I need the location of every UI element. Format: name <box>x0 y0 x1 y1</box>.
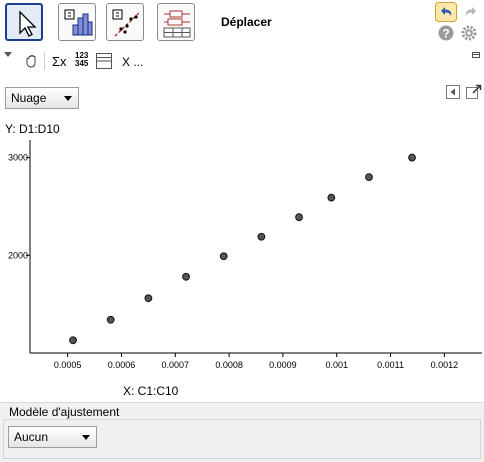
y-tick-label: 2000 <box>8 250 28 260</box>
data-point <box>219 252 228 261</box>
histogram-icon <box>64 9 93 36</box>
boxplot-tool-button[interactable] <box>157 3 195 41</box>
data-point <box>257 232 266 241</box>
x-tick-label: 0.0008 <box>215 360 243 370</box>
options-toggle-icon[interactable] <box>446 85 460 99</box>
source-variables-button[interactable]: X ... <box>122 55 143 69</box>
toolbar-separator <box>44 52 45 70</box>
mode-caption: Déplacer <box>221 15 272 29</box>
boxplot-icon <box>163 10 191 38</box>
undo-icon[interactable] <box>435 2 457 22</box>
regression-model-value: Aucun <box>14 430 49 444</box>
data-point <box>106 315 115 324</box>
statistics-button[interactable]: Σx <box>52 54 67 69</box>
regression-panel: Modèle d'ajustement Aucun <box>0 402 484 462</box>
x-tick-label: 0.0007 <box>162 360 190 370</box>
x-tick-label: 0.0009 <box>269 360 297 370</box>
plot-type-value: Nuage <box>11 91 47 105</box>
digits-bottom: 345 <box>75 59 89 68</box>
data-point <box>365 173 373 182</box>
histogram-tool-button[interactable] <box>58 3 96 41</box>
data-table-button[interactable]: 123 345 <box>75 52 88 68</box>
x-tick-label: 0.0005 <box>54 360 82 370</box>
data-point <box>69 336 77 345</box>
y-tick-label: 3000 <box>8 153 28 163</box>
y-axis-title: Y: D1:D10 <box>5 122 60 136</box>
hand-icon[interactable] <box>24 54 40 68</box>
x-tick-label: 0.0011 <box>377 360 404 370</box>
data-point <box>144 294 153 303</box>
export-icon[interactable] <box>466 84 482 100</box>
help-icon[interactable]: ? <box>438 25 454 41</box>
x-tick-label: 0.0012 <box>431 360 459 370</box>
data-point <box>327 193 336 202</box>
style-bar: Σx 123 345 X ... <box>0 48 484 74</box>
collapse-triangle-icon[interactable] <box>4 51 12 59</box>
data-point <box>182 272 190 281</box>
redo-icon[interactable] <box>460 2 482 22</box>
regression-title: Modèle d'ajustement <box>9 405 120 419</box>
scatter-tool-button[interactable] <box>106 3 144 41</box>
pointer-icon <box>19 10 37 37</box>
scatter-plot[interactable]: 0.0005 0.0006 0.0007 0.0008 0.0009 0.001 0.001… <box>0 138 484 404</box>
data-point <box>295 213 303 222</box>
chevron-down-icon <box>64 96 72 101</box>
scatter-fit-icon <box>112 9 141 37</box>
x-tick-label: 0.0006 <box>108 360 136 370</box>
plot-type-select[interactable]: Nuage <box>5 87 79 109</box>
panel-menu-icon[interactable] <box>472 52 481 60</box>
move-tool-button[interactable] <box>5 3 43 41</box>
gear-icon[interactable] <box>461 25 477 41</box>
chevron-down-icon <box>82 435 90 440</box>
regression-model-select[interactable]: Aucun <box>8 426 97 448</box>
main-toolbar: Déplacer ? <box>0 0 484 48</box>
data-point <box>408 153 416 162</box>
x-tick-label: 0.001 <box>325 360 348 370</box>
svg-text:?: ? <box>442 27 449 41</box>
table-layout-icon[interactable] <box>96 53 112 69</box>
